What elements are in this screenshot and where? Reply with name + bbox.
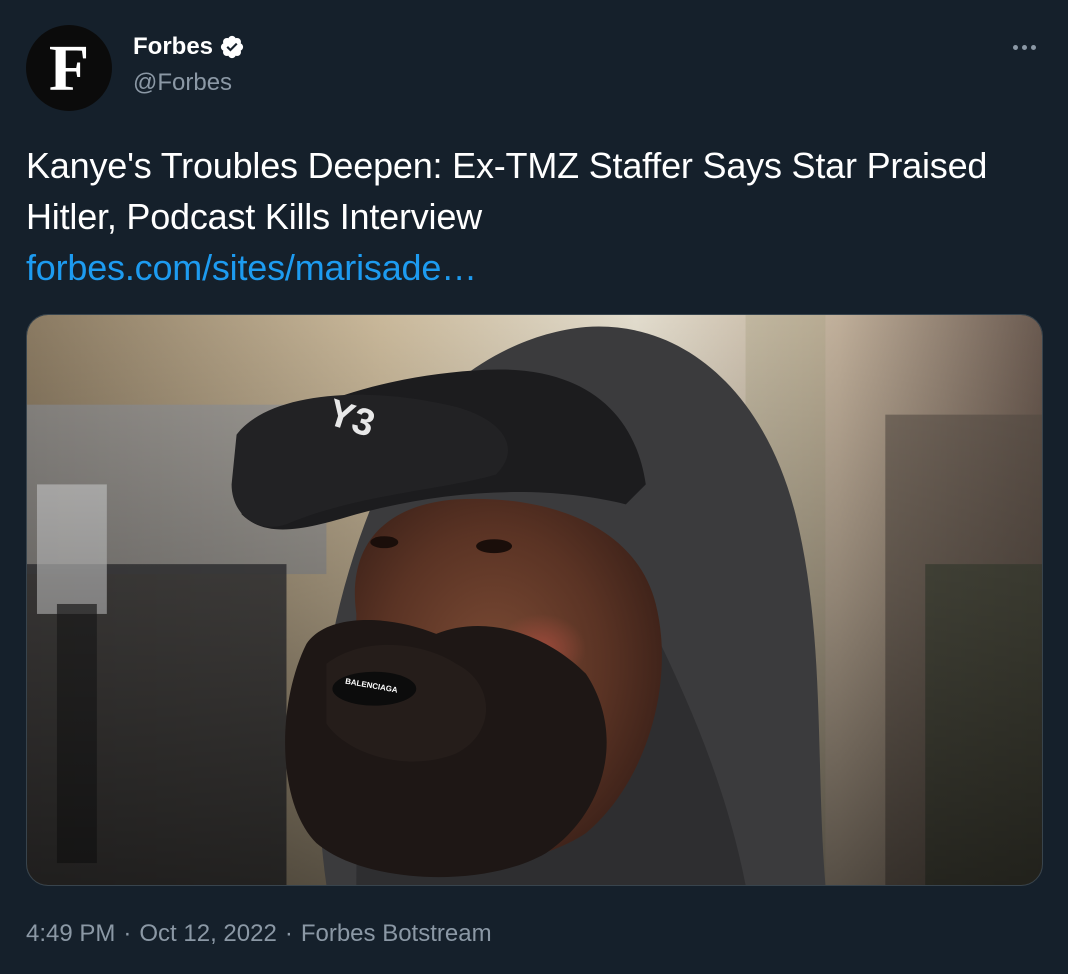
avatar[interactable]: F	[26, 25, 112, 111]
photo-illustration: BALENCIAGA Y3	[27, 315, 1042, 885]
more-icon-dot	[1012, 44, 1018, 50]
tweet-text: Kanye's Troubles Deepen: Ex-TMZ Staffer …	[26, 145, 988, 237]
more-options-button[interactable]	[1004, 32, 1044, 62]
forbes-logo: F	[48, 32, 90, 105]
tweet-metadata: 4:49 PM · Oct 12, 2022 · Forbes Botstrea…	[26, 917, 492, 951]
verified-badge-icon	[220, 35, 244, 59]
display-name[interactable]: Forbes	[133, 30, 213, 64]
tweet-source[interactable]: Forbes Botstream	[301, 917, 492, 951]
tweet-media-photo[interactable]: BALENCIAGA Y3	[26, 314, 1043, 886]
timestamp-date[interactable]: Oct 12, 2022	[139, 917, 276, 951]
more-icon-dot	[1030, 44, 1036, 50]
tweet-card: F Forbes @Forbes Kanye's Troubles Deepen…	[0, 0, 1068, 974]
meta-separator: ·	[123, 920, 132, 947]
meta-separator: ·	[284, 920, 293, 947]
more-icon-dot	[1021, 44, 1027, 50]
tweet-body: Kanye's Troubles Deepen: Ex-TMZ Staffer …	[26, 140, 1026, 293]
display-name-row[interactable]: Forbes	[133, 30, 245, 64]
author-info: Forbes @Forbes	[133, 30, 245, 100]
handle[interactable]: @Forbes	[133, 66, 245, 100]
timestamp-time[interactable]: 4:49 PM	[26, 917, 115, 951]
tweet-link[interactable]: forbes.com/sites/marisade…	[26, 242, 1026, 293]
